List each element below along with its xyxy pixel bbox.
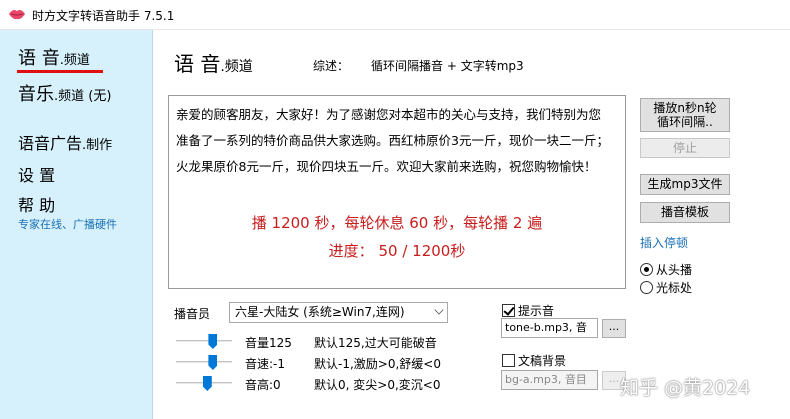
tone-file-field[interactable]: tone-b.mp3, 音 — [501, 318, 598, 338]
checkbox-label: 提示音 — [518, 304, 555, 318]
radio-dot — [640, 263, 653, 276]
play-status: 播 1200 秒，每轮休息 60 秒，每轮播 2 遍 进度： 50 / 1200秒 — [169, 209, 625, 265]
page-title-main: 语 音 — [174, 52, 221, 76]
template-button[interactable]: 播音模板 — [640, 202, 730, 223]
sidebar-item-voice-channel[interactable]: 语 音.频道 — [18, 44, 90, 70]
summary-label: 综述： — [313, 59, 350, 73]
play-button-line2: 循环间隔.. — [657, 115, 713, 129]
summary: 综述： 循环间隔播音 + 文字转mp3 — [313, 57, 524, 74]
sidebar: 语 音.频道 音乐.频道 (无) 语音广告.制作 设 置 帮 助 专家在线、广播… — [0, 30, 153, 419]
announcer-label: 播音员 — [174, 307, 211, 321]
slider-track — [176, 361, 232, 363]
sidebar-item-label: 语音广告 — [18, 134, 83, 153]
background-checkbox[interactable]: 文稿背景 — [502, 352, 566, 369]
background-file-field[interactable]: bg-a.mp3, 音目 — [501, 370, 598, 390]
radio-at-cursor[interactable]: 光标处 — [640, 279, 692, 296]
slider-thumb[interactable] — [202, 376, 212, 391]
sidebar-item-help[interactable]: 帮 助 — [18, 192, 55, 216]
script-textarea[interactable]: 亲爱的顾客朋友，大家好！为了感谢您对本超市的关心与支持，我们特别为您准备了一系列… — [168, 95, 626, 289]
progress-label: 进度： — [328, 242, 374, 260]
play-info-text: 播 1200 秒，每轮休息 60 秒，每轮播 2 遍 — [251, 214, 543, 232]
chevron-down-icon — [434, 305, 444, 315]
slider-track — [176, 340, 232, 342]
volume-hint: 默认125,过大可能破音 — [314, 336, 437, 350]
lips-icon — [9, 10, 25, 20]
speed-label: 音速:-1 — [245, 357, 286, 371]
tone-checkbox[interactable]: 提示音 — [502, 302, 554, 319]
summary-value: 循环间隔播音 + 文字转mp3 — [371, 59, 524, 73]
checkbox-box — [502, 304, 515, 317]
radio-from-start[interactable]: 从头播 — [640, 261, 692, 278]
sidebar-item-label: 设 置 — [18, 166, 56, 185]
sidebar-item-label: 音乐 — [18, 84, 54, 105]
volume-label: 音量125 — [245, 336, 292, 350]
sidebar-item-voice-ad[interactable]: 语音广告.制作 — [18, 130, 112, 154]
stop-button[interactable]: 停止 — [640, 138, 730, 158]
page-title: 语 音.频道 — [174, 48, 253, 77]
radio-label: 从头播 — [656, 263, 693, 277]
announcer-select[interactable]: 六星-大陆女 (系统≥Win7,连网) — [229, 302, 448, 323]
checkbox-box — [502, 354, 515, 367]
radio-label: 光标处 — [656, 281, 693, 295]
page-title-sub: .频道 — [220, 59, 253, 75]
volume-slider[interactable] — [176, 333, 232, 349]
play-loop-button[interactable]: 播放n秒n轮 循环间隔.. — [640, 98, 730, 132]
active-indicator — [17, 70, 103, 73]
speed-slider[interactable] — [176, 354, 232, 370]
progress-line: 进度： 50 / 1200秒 — [169, 237, 625, 265]
slider-thumb[interactable] — [208, 355, 218, 370]
sidebar-item-sublabel: .频道 (无) — [54, 89, 112, 104]
title-bar: 时方文字转语音助手 7.5.1 — [0, 0, 790, 30]
sidebar-item-music-channel[interactable]: 音乐.频道 (无) — [18, 80, 111, 106]
sidebar-item-label: 语 音 — [18, 48, 60, 69]
play-button-line1: 播放n秒n轮 — [653, 101, 717, 115]
radio-dot — [640, 281, 653, 294]
checkbox-label: 文稿背景 — [518, 354, 567, 368]
sidebar-item-label: 帮 助 — [18, 196, 56, 215]
slider-thumb[interactable] — [208, 334, 218, 349]
sidebar-item-sublabel: .制作 — [82, 138, 113, 153]
announcer-value: 六星-大陆女 (系统≥Win7,连网) — [235, 305, 405, 319]
pitch-label: 音高:0 — [245, 378, 281, 392]
window-title: 时方文字转语音助手 7.5.1 — [32, 9, 175, 23]
sidebar-item-settings[interactable]: 设 置 — [18, 162, 55, 186]
watermark: 知乎 @黄2024 — [620, 377, 751, 399]
pitch-hint: 默认0, 変尖>0,変沉<0 — [314, 378, 441, 392]
script-text: 亲爱的顾客朋友，大家好！为了感谢您对本超市的关心与支持，我们特别为您准备了一系列… — [176, 107, 609, 174]
tone-browse-button[interactable]: ... — [602, 319, 626, 338]
help-sub-link[interactable]: 专家在线、广播硬件 — [18, 216, 117, 232]
insert-pause-link[interactable]: 插入停顿 — [640, 234, 688, 251]
speed-hint: 默认-1,激励>0,舒缓<0 — [314, 357, 441, 371]
sidebar-item-sublabel: .频道 — [59, 53, 90, 68]
progress-value: 50 / 1200秒 — [378, 242, 466, 260]
pitch-slider[interactable] — [176, 375, 232, 391]
generate-mp3-button[interactable]: 生成mp3文件 — [640, 174, 730, 195]
